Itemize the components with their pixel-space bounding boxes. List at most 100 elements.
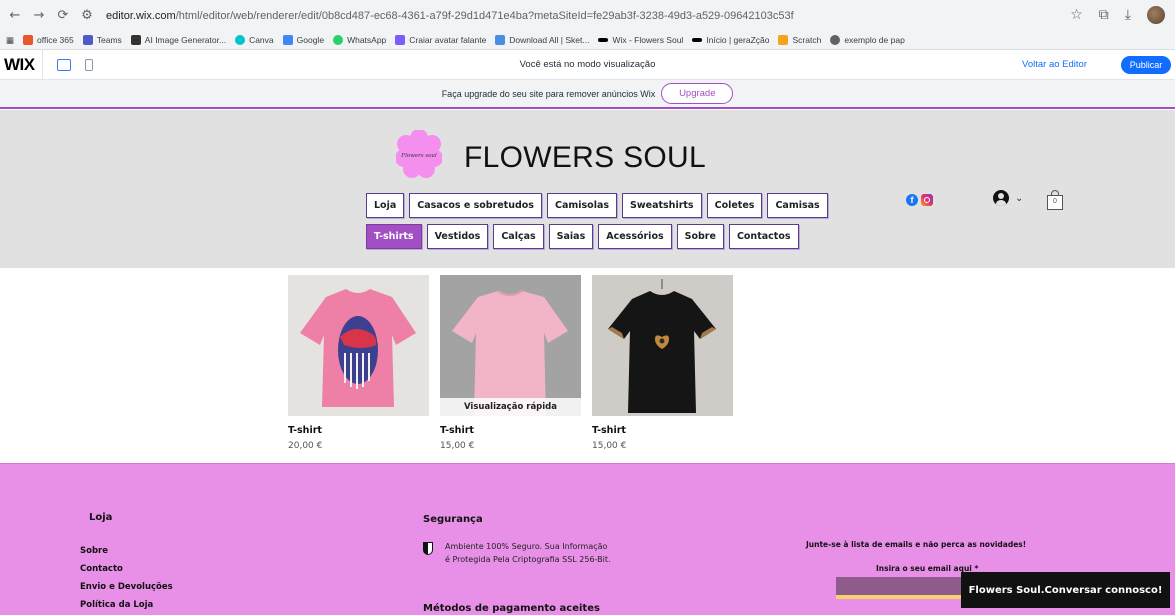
bookmark-icon [82, 35, 93, 45]
security-line-2: é Protegida Pela Criptografia SSL 256-Bi… [445, 555, 611, 564]
menu-item-coletes[interactable]: Coletes [706, 193, 763, 218]
bookmark-item[interactable]: WhatsApp [333, 35, 386, 45]
product-image[interactable]: Visualização rápida [440, 275, 581, 416]
bookmark-item[interactable]: Wix - Flowers Soul [598, 35, 683, 45]
bookmark-item[interactable]: Início | geraZção [692, 35, 769, 45]
footer-link-shipping[interactable]: Envio e Devoluções [80, 582, 173, 592]
apps-icon[interactable]: ▦ [6, 35, 14, 46]
bookmark-label: WhatsApp [347, 35, 387, 45]
extensions-icon[interactable]: ⧉ [1099, 7, 1109, 23]
bookmark-item[interactable]: Scratch [778, 35, 821, 45]
account-menu[interactable]: ⌄ [993, 190, 1023, 206]
bookmark-label: Wix - Flowers Soul [612, 35, 684, 45]
publish-button[interactable]: Publicar [1121, 56, 1171, 74]
forward-arrow-icon[interactable]: → [30, 7, 48, 25]
footer-link-about[interactable]: Sobre [80, 546, 108, 556]
product-name[interactable]: T-shirt [592, 425, 733, 436]
desktop-view-icon[interactable] [56, 58, 71, 71]
bookmark-item[interactable]: AI Image Generator... [130, 35, 226, 45]
footer-security-title: Segurança [423, 514, 483, 525]
product-name[interactable]: T-shirt [288, 425, 429, 436]
bookmark-item[interactable]: Teams [82, 35, 122, 45]
menu-item-tshirts[interactable]: T-shirts [366, 224, 422, 249]
flower-logo[interactable]: Flowers soul [396, 130, 442, 178]
upgrade-text: Faça upgrade do seu site para remover an… [441, 88, 656, 99]
menu-item-vestidos[interactable]: Vestidos [426, 224, 489, 249]
quick-view-button[interactable]: Visualização rápida [440, 398, 581, 416]
menu-item-loja[interactable]: Loja [366, 193, 405, 218]
bookmark-icon [23, 35, 34, 45]
site-info-icon[interactable]: ⚙ [78, 7, 96, 25]
url-field[interactable]: editor.wix.com/html/editor/web/renderer/… [106, 10, 794, 22]
bookmark-item[interactable]: Download All | Sket... [495, 35, 589, 45]
bookmark-label: Download All | Sket... [509, 35, 590, 45]
bookmark-icon [282, 35, 293, 45]
bookmark-item[interactable]: Canva [235, 35, 274, 45]
product-price: 20,00 € [288, 441, 323, 451]
security-line-1: Ambiente 100% Seguro. Sua Informação [445, 542, 608, 551]
site-brand-title[interactable]: FLOWERS SOUL [464, 141, 706, 175]
product-price: 15,00 € [592, 441, 627, 451]
product-image[interactable] [592, 275, 733, 416]
chat-button[interactable]: Flowers Soul.Conversar connosco! [961, 572, 1170, 608]
menu-item-sweatshirts[interactable]: Sweatshirts [622, 193, 702, 218]
footer-link-contact[interactable]: Contacto [80, 564, 123, 574]
wix-logo: WIX [4, 54, 35, 74]
wix-preview-bar: WIX Você está no modo visualização Volta… [0, 49, 1175, 80]
product-card[interactable]: Visualização rápida T-shirt 15,00 € [440, 275, 581, 451]
facebook-icon[interactable]: f [906, 194, 918, 206]
bookmark-label: exemplo de pap [844, 35, 905, 45]
cart-count: 0 [1053, 198, 1057, 205]
bookmark-icon [692, 38, 703, 42]
back-to-editor-link[interactable]: Voltar ao Editor [1022, 59, 1087, 70]
newsletter-title: Junte-se à lista de emails e não perca a… [806, 540, 1027, 549]
star-icon[interactable]: ☆ [1070, 7, 1083, 23]
bookmark-label: Scratch [792, 35, 822, 45]
menu-item-calcas[interactable]: Calças [493, 224, 544, 249]
bookmarks-bar: ▦ office 365 Teams AI Image Generator...… [0, 31, 1175, 50]
bookmark-item[interactable]: Google [282, 35, 325, 45]
upgrade-banner: Faça upgrade do seu site para remover an… [0, 80, 1175, 109]
menu-item-casacos[interactable]: Casacos e sobretudos [409, 193, 542, 218]
menu-item-saias[interactable]: Saias [548, 224, 594, 249]
menu-item-sobre[interactable]: Sobre [676, 224, 724, 249]
menu-item-camisas[interactable]: Camisas [767, 193, 828, 218]
product-card[interactable]: T-shirt 15,00 € [592, 275, 733, 451]
url-host: editor.wix.com [106, 9, 176, 22]
bookmark-item[interactable]: exemplo de pap [830, 35, 905, 45]
main-menu-row-1: Loja Casacos e sobretudos Camisolas Swea… [366, 193, 828, 218]
product-card[interactable]: T-shirt 20,00 € [288, 275, 429, 451]
bookmark-label: Início | geraZção [706, 35, 770, 45]
upgrade-button[interactable]: Upgrade [661, 83, 734, 104]
security-description: Ambiente 100% Seguro. Sua Informação é P… [445, 540, 611, 566]
bookmark-item[interactable]: Craiar avatar falante [395, 35, 486, 45]
browser-address-bar: ← → ⟳ ⚙ editor.wix.com/html/editor/web/r… [0, 0, 1175, 31]
product-image[interactable] [288, 275, 429, 416]
back-arrow-icon[interactable]: ← [6, 7, 24, 25]
footer-payment-title: Métodos de pagamento aceites [423, 603, 600, 614]
chevron-down-icon: ⌄ [1015, 192, 1024, 204]
menu-item-camisolas[interactable]: Camisolas [546, 193, 618, 218]
bookmark-icon [598, 38, 609, 42]
profile-avatar[interactable] [1147, 6, 1165, 24]
user-avatar-icon [993, 190, 1009, 206]
bookmark-item[interactable]: office 365 [23, 35, 74, 45]
footer-link-policy[interactable]: Política da Loja [80, 600, 153, 610]
light-pink-tshirt-illustration [440, 275, 581, 416]
email-underline [836, 595, 976, 599]
black-tshirt-illustration [608, 279, 716, 413]
bookmark-icon [395, 35, 406, 45]
menu-item-acessorios[interactable]: Acessórios [598, 224, 672, 249]
reload-icon[interactable]: ⟳ [54, 7, 72, 25]
instagram-icon[interactable] [921, 194, 933, 206]
bookmark-label: Google [296, 35, 325, 45]
email-input[interactable] [836, 577, 976, 595]
browser-actions: ☆ ⧉ ⤓ [1070, 6, 1165, 24]
menu-item-contactos[interactable]: Contactos [728, 224, 799, 249]
social-bar: f [906, 194, 933, 206]
cart-icon[interactable]: 0 [1047, 190, 1063, 210]
preview-mode-message: Você está no modo visualização [519, 59, 656, 70]
download-icon[interactable]: ⤓ [1125, 7, 1131, 23]
mobile-view-icon[interactable] [84, 58, 93, 71]
product-name[interactable]: T-shirt [440, 425, 581, 436]
